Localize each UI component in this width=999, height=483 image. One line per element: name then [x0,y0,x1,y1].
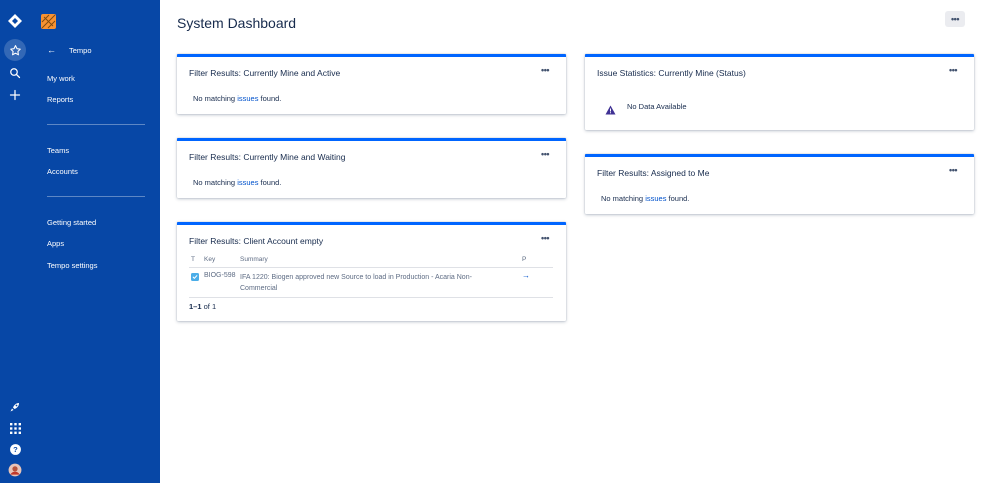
pager-total: of 1 [201,302,217,311]
gadget-mine-active: Filter Results: Currently Mine and Activ… [177,54,566,114]
apps-grid-icon[interactable] [4,417,26,439]
sidebar-item-teams[interactable]: Teams [47,146,69,155]
column-header-type[interactable]: T [191,256,195,263]
pager-range: 1–1 [189,302,202,311]
column-header-summary[interactable]: Summary [240,256,268,263]
dashboard-more-button[interactable]: ••• [945,11,965,27]
message-text: No matching [193,94,238,103]
gadget-message: No matching issues found. [193,178,281,187]
gadget-more-button[interactable]: ••• [949,165,957,175]
avatar[interactable] [4,459,26,481]
gadget-title: Issue Statistics: Currently Mine (Status… [597,68,746,78]
page-title: System Dashboard [177,15,297,31]
sidebar-divider [47,124,145,125]
issue-summary-link[interactable]: IFA 1220: Biogen approved new Source to … [240,272,505,294]
rocket-icon[interactable] [4,396,26,418]
gadget-title: Filter Results: Assigned to Me [597,168,710,178]
message-text: found. [258,94,282,103]
gadget-more-button[interactable]: ••• [541,233,549,243]
gadget-title: Filter Results: Currently Mine and Waiti… [189,152,346,162]
gadget-more-button[interactable]: ••• [541,149,549,159]
sidebar-item-tempo-settings[interactable]: Tempo settings [47,261,97,270]
help-icon[interactable]: ? [4,438,26,460]
gadget-more-button[interactable]: ••• [949,65,957,75]
project-logo-icon [41,14,56,29]
message-text: No matching [601,194,646,203]
column-header-priority[interactable]: P [522,256,526,263]
header-divider [189,267,553,268]
message-text: No matching [193,178,238,187]
sidebar-item-accounts[interactable]: Accounts [47,167,78,176]
back-arrow-icon: ← [47,45,56,55]
gadget-message: No matching issues found. [601,194,689,203]
gadget-message: No matching issues found. [193,94,281,103]
row-divider [189,297,553,298]
gadget-issue-statistics: Issue Statistics: Currently Mine (Status… [585,54,974,130]
message-text: found. [666,194,690,203]
gadget-client-account: Filter Results: Client Account empty •••… [177,222,566,321]
sidebar-divider [47,196,145,197]
gadget-mine-waiting: Filter Results: Currently Mine and Waiti… [177,138,566,198]
warning-icon [605,102,616,120]
issues-link[interactable]: issues [645,194,666,203]
search-icon[interactable] [4,62,26,84]
task-type-icon [191,273,199,281]
message-text: found. [258,178,282,187]
gadget-title: Filter Results: Currently Mine and Activ… [189,68,341,78]
sidebar-item-apps[interactable]: Apps [47,239,64,248]
gadget-assigned-to-me: Filter Results: Assigned to Me ••• No ma… [585,154,974,214]
global-nav-rail: ? [0,0,30,483]
project-sidebar: ← Tempo My work Reports Teams Accounts G… [30,0,160,483]
back-label: Tempo [69,45,92,55]
sidebar-item-reports[interactable]: Reports [47,95,73,104]
jira-logo-icon[interactable] [4,10,26,32]
svg-text:?: ? [13,445,18,454]
issues-link[interactable]: issues [237,178,258,187]
issue-key-link[interactable]: BIOG-598 [204,272,236,279]
plus-icon[interactable] [4,84,26,106]
issues-link[interactable]: issues [237,94,258,103]
star-icon[interactable] [4,39,26,61]
sidebar-item-my-work[interactable]: My work [47,74,75,83]
priority-arrow-icon: → [522,271,530,280]
gadget-more-button[interactable]: ••• [541,65,549,75]
no-data-message: No Data Available [627,102,687,111]
back-to-tempo-link[interactable]: ← Tempo [47,45,92,55]
sidebar-item-getting-started[interactable]: Getting started [47,218,96,227]
pagination-info: 1–1 of 1 [189,302,216,311]
column-header-key[interactable]: Key [204,256,215,263]
gadget-title: Filter Results: Client Account empty [189,236,324,246]
